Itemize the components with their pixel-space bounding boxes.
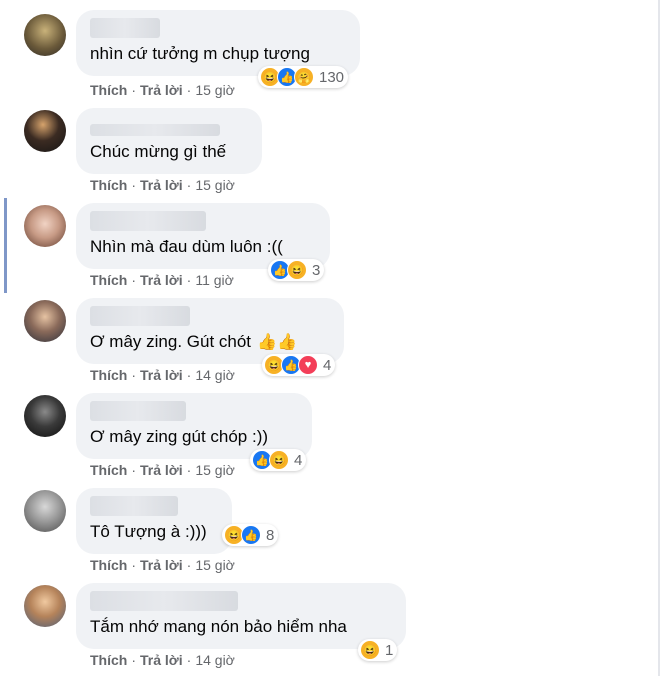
like-link[interactable]: Thích [90,272,127,288]
comment-item: Tô Tượng à :))) 😆 👍 8 Thích · Trả lời · 15 g… [0,480,640,575]
avatar[interactable] [24,490,66,532]
comment-actions: Thích · Trả lời · 15 giờ [90,82,235,98]
comment-text: Ơ mây zing. Gút chót 👍👍 [90,332,297,352]
comment-actions: Thích · Trả lời · 15 giờ [90,557,235,573]
timestamp[interactable]: 14 giờ [195,367,235,383]
reaction-summary[interactable]: 😆 👍 🤗 130 [258,66,349,88]
author-name-redacted[interactable] [90,591,238,611]
comment-actions: Thích · Trả lời · 14 giờ [90,652,235,668]
timestamp[interactable]: 15 giờ [195,177,235,193]
comment-bubble: Tắm nhớ mang nón bảo hiểm nha [76,583,406,649]
author-name-redacted[interactable] [90,124,220,136]
reaction-count: 1 [385,641,394,659]
like-link[interactable]: Thích [90,652,127,668]
comment-text-content: Ơ mây zing. Gút chót [90,332,252,351]
comment-text: Ơ mây zing gút chóp :)) [90,427,269,446]
haha-icon: 😆 [269,450,289,470]
comment-item: Ơ mây zing gút chóp :)) 👍 😆 4 Thích · Trả … [0,385,640,480]
like-link[interactable]: Thích [90,557,127,573]
reaction-summary[interactable]: 😆 👍 ♥ 4 [262,354,336,376]
reaction-summary[interactable]: 👍 😆 3 [268,259,325,281]
reaction-count: 130 [319,68,345,86]
comment-item: nhìn cứ tưởng m chụp tượng 😆 👍 🤗 130 Thí… [0,0,640,100]
comment-actions: Thích · Trả lời · 15 giờ [90,177,235,193]
reply-link[interactable]: Trả lời [140,272,183,288]
like-link[interactable]: Thích [90,82,127,98]
timestamp[interactable]: 11 giờ [195,272,234,288]
comment-text: Chúc mừng gì thế [90,142,227,161]
comment-text: nhìn cứ tưởng m chụp tượng [90,44,310,63]
reaction-count: 4 [323,356,332,374]
timestamp[interactable]: 15 giờ [195,82,235,98]
comment-text: Tắm nhớ mang nón bảo hiểm nha [90,617,347,636]
haha-icon: 😆 [360,640,380,660]
timestamp[interactable]: 15 giờ [195,462,235,478]
comment-actions: Thích · Trả lời · 11 giờ [90,272,234,288]
reaction-summary[interactable]: 😆 1 [358,639,398,661]
avatar[interactable] [24,585,66,627]
comment-bubble: Chúc mừng gì thế [76,108,262,174]
comment-item: Tắm nhớ mang nón bảo hiểm nha 😆 1 Thích ·… [0,575,640,676]
reply-link[interactable]: Trả lời [140,652,183,668]
avatar[interactable] [24,205,66,247]
comment-item: Chúc mừng gì thế Thích · Trả lời · 15 giờ [0,100,640,195]
comment-text: Tô Tượng à :))) [90,522,207,541]
comment-actions: Thích · Trả lời · 14 giờ [90,367,235,383]
reply-link[interactable]: Trả lời [140,367,183,383]
like-link[interactable]: Thích [90,177,127,193]
comment-actions: Thích · Trả lời · 15 giờ [90,462,235,478]
timestamp[interactable]: 14 giờ [195,652,235,668]
reply-link[interactable]: Trả lời [140,177,183,193]
author-name-redacted[interactable] [90,211,206,231]
avatar[interactable] [24,110,66,152]
reaction-count: 8 [266,526,275,544]
reaction-count: 3 [312,261,321,279]
comment-item: Nhìn mà đau dùm luôn :(( 👍 😆 3 Thích · Trả… [0,195,640,290]
haha-icon: 😆 [287,260,307,280]
author-name-redacted[interactable] [90,401,186,421]
avatar[interactable] [24,395,66,437]
reaction-summary[interactable]: 😆 👍 8 [222,524,279,546]
avatar[interactable] [24,300,66,342]
like-link[interactable]: Thích [90,462,127,478]
like-link[interactable]: Thích [90,367,127,383]
author-name-redacted[interactable] [90,306,190,326]
avatar[interactable] [24,14,66,56]
love-icon: ♥ [298,355,318,375]
reply-link[interactable]: Trả lời [140,462,183,478]
author-name-redacted[interactable] [90,18,160,38]
comment-text: Nhìn mà đau dùm luôn :(( [90,237,283,256]
author-name-redacted[interactable] [90,496,178,516]
care-icon: 🤗 [294,67,314,87]
comment-item: Ơ mây zing. Gút chót 👍👍 😆 👍 ♥ 4 Thích · Trả… [0,290,640,385]
like-icon: 👍 [241,525,261,545]
comment-thread: nhìn cứ tưởng m chụp tượng 😆 👍 🤗 130 Thí… [0,0,660,676]
thumbs-up-icon: 👍👍 [257,334,297,351]
reply-link[interactable]: Trả lời [140,82,183,98]
reply-link[interactable]: Trả lời [140,557,183,573]
reaction-summary[interactable]: 👍 😆 4 [250,449,307,471]
comment-bubble: Tô Tượng à :))) [76,488,232,554]
timestamp[interactable]: 15 giờ [195,557,235,573]
reaction-count: 4 [294,451,303,469]
